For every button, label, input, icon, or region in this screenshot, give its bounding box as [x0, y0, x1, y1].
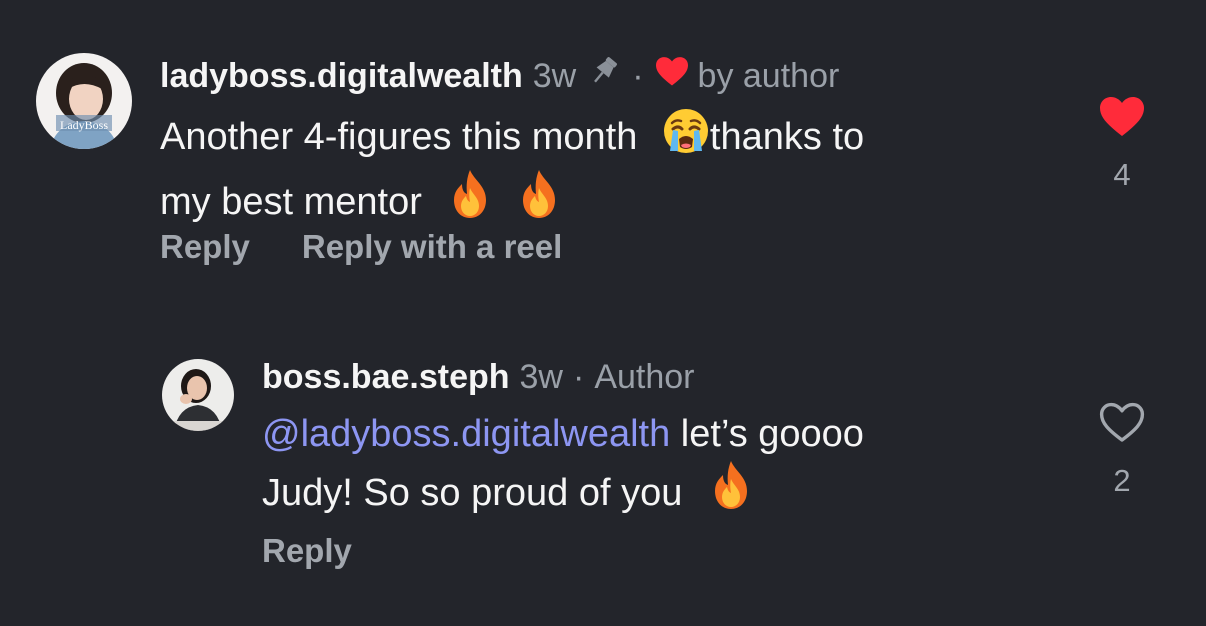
comment: LadyBoss ladyboss.digitalwealth 3w · by …: [0, 0, 1206, 300]
like-heart-icon[interactable]: [1098, 94, 1146, 143]
reply-button[interactable]: Reply: [262, 532, 352, 569]
pin-icon: [586, 54, 622, 97]
reply-comment: boss.bae.steph 3w · Author @ladyboss.dig…: [0, 300, 1206, 626]
avatar[interactable]: LadyBoss: [36, 53, 132, 149]
comment-text-part: thanks to: [709, 116, 865, 158]
like-heart-outline-icon[interactable]: [1098, 400, 1146, 449]
comment-meta: ladyboss.digitalwealth 3w · by author: [160, 54, 839, 97]
comment-actions: Reply Reply with a reel: [160, 228, 562, 266]
comment-text-part: Another 4-figures this month: [160, 116, 638, 158]
username[interactable]: boss.bae.steph: [262, 357, 510, 397]
author-label: Author: [594, 358, 695, 396]
timestamp: 3w: [519, 358, 563, 396]
reply-button[interactable]: Reply: [160, 228, 250, 265]
like-count: 2: [1113, 463, 1131, 498]
like-column: 2: [1092, 400, 1152, 499]
comment-text-part: let’s goooo: [670, 413, 864, 455]
comment-text-part: my best mentor: [160, 181, 422, 223]
liked-by-author-label: by author: [697, 56, 840, 95]
avatar-image: LadyBoss: [36, 53, 132, 149]
separator-dot: ·: [572, 358, 585, 396]
comments-screen: LadyBoss ladyboss.digitalwealth 3w · by …: [0, 0, 1206, 626]
avatar-image: [162, 359, 234, 431]
avatar[interactable]: [162, 359, 234, 431]
loudly-crying-emoji-icon: [662, 107, 710, 168]
comment-text-part: Judy! So so proud of you: [262, 472, 683, 514]
reply-with-reel-button[interactable]: Reply with a reel: [302, 228, 562, 265]
separator-dot: ·: [632, 56, 644, 95]
avatar-logo-text: LadyBoss: [60, 118, 108, 132]
timestamp: 3w: [532, 56, 577, 95]
comment-actions: Reply: [262, 532, 352, 570]
username[interactable]: ladyboss.digitalwealth: [160, 56, 523, 96]
fire-emoji-icon: [446, 168, 494, 233]
comment-meta: boss.bae.steph 3w · Author: [262, 357, 695, 397]
like-column: 4: [1092, 94, 1152, 193]
author-heart-icon: [654, 55, 690, 96]
like-count: 4: [1113, 157, 1131, 192]
comment-text: @ladyboss.digitalwealth let’s goooo Judy…: [262, 410, 864, 524]
fire-emoji-icon: [707, 459, 755, 524]
comment-text: Another 4-figures this month thanks to m…: [160, 107, 864, 233]
fire-emoji-icon: [515, 168, 563, 233]
mention-link[interactable]: @ladyboss.digitalwealth: [262, 413, 670, 455]
